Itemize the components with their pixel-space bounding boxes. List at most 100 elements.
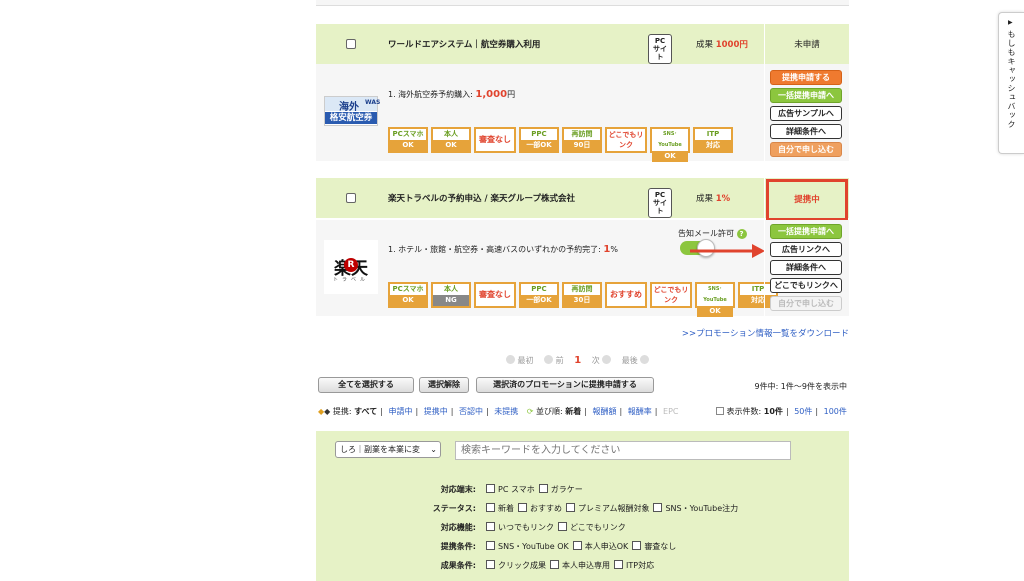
feature-tag: SNS･YouTube OK [650, 127, 690, 162]
filter-checkbox[interactable] [486, 484, 495, 493]
prev-page-link[interactable]: 前 [556, 356, 564, 365]
feature-tag-value: OK [652, 151, 688, 162]
search-filter-label: ステータス: [432, 504, 476, 513]
per-page-100[interactable]: 100件 [824, 407, 847, 416]
feature-tag: 本人 OK [431, 127, 471, 153]
filter-option-label[interactable]: どこでもリンク [570, 523, 626, 532]
sort-reward-rate[interactable]: 報酬率 [628, 407, 652, 416]
bulk-apply-button[interactable]: 一括提携申請へ [770, 224, 842, 239]
filter-option-label[interactable]: いつでもリンク [498, 523, 554, 532]
offer-checkbox[interactable] [346, 39, 356, 49]
cashback-side-tab[interactable]: ▶ もしもキャッシュバック [998, 12, 1024, 154]
filter-option-label[interactable]: 本人申込OK [585, 542, 629, 551]
filter-applying[interactable]: 申請中 [388, 407, 412, 416]
red-arrow-annotation [690, 244, 765, 258]
per-page-selector: 表示件数: 10件 | 50件 | 100件 [716, 406, 847, 417]
sort-reward-amount[interactable]: 報酬額 [593, 407, 617, 416]
filter-option-label[interactable]: 審査なし [644, 542, 676, 551]
offer-row-body: 海外 WAS 格安航空券 1. 海外航空券予約購入: 1,000円 PCスマホ O… [316, 64, 849, 162]
filter-option-label[interactable]: SNS・YouTube OK [498, 542, 569, 551]
first-page-icon[interactable] [506, 355, 515, 364]
filter-rejected[interactable]: 否認中 [459, 407, 483, 416]
next-page-link[interactable]: 次 [592, 356, 600, 365]
filter-option-label[interactable]: 本人申込専用 [562, 561, 610, 570]
feature-tag-label: ITP [706, 130, 720, 138]
filter-option-label[interactable]: ITP対応 [626, 561, 654, 570]
filter-all[interactable]: すべて [354, 407, 377, 416]
triangle-right-icon: ▶ [1008, 19, 1013, 26]
feature-tag-value: OK [390, 295, 426, 306]
filter-option-label[interactable]: ガラケー [551, 485, 583, 494]
feature-tag-value: NG [433, 295, 469, 306]
offer-title[interactable]: 楽天トラベルの予約申込 / 楽天グループ株式会社 [388, 192, 575, 204]
feature-tag-label: PPC [531, 285, 547, 293]
filter-checkbox[interactable] [558, 522, 567, 531]
feature-tag-value: OK [697, 306, 733, 317]
filter-unaffiliated[interactable]: 未提携 [494, 407, 518, 416]
feature-tag: 審査なし [474, 127, 516, 153]
search-filter-row: 対応機能: いつでもリンク どこでもリンク [396, 522, 630, 533]
filter-checkbox[interactable] [614, 560, 623, 569]
filter-checkbox[interactable] [538, 484, 548, 493]
feature-tag-label: SNS･YouTube [703, 286, 727, 303]
sort-new[interactable]: 新着 [565, 407, 581, 416]
select-all-button[interactable]: 全てを選択する [318, 377, 414, 393]
category-select[interactable]: しろ｜副業を本業に変 ⌄ [335, 441, 441, 458]
download-promotions-link[interactable]: >>プロモーション情報一覧をダウンロード [620, 327, 849, 339]
filter-option-label[interactable]: SNS・YouTube注力 [665, 504, 738, 513]
filter-option-label[interactable]: PC スマホ [498, 485, 535, 494]
filter-checkbox[interactable] [572, 541, 582, 550]
first-page-link[interactable]: 最初 [518, 356, 534, 365]
filter-checkbox[interactable] [653, 503, 663, 512]
anywhere-link-button[interactable]: どこでもリンクへ [770, 278, 842, 293]
self-apply-button[interactable]: 自分で申し込む [770, 296, 842, 311]
offer-title[interactable]: ワールドエアシステム｜航空券購入利用 [388, 38, 540, 50]
feature-tag-label: 本人 [444, 285, 458, 293]
bulk-apply-button[interactable]: 一括提携申請へ [770, 88, 842, 103]
last-page-link[interactable]: 最後 [622, 356, 638, 365]
filter-checkbox[interactable] [550, 560, 559, 569]
filter-option-label[interactable]: おすすめ [530, 504, 562, 513]
filter-checkbox[interactable] [566, 503, 575, 512]
filter-option-label[interactable]: クリック成果 [498, 561, 546, 570]
per-page-10[interactable]: 10件 [764, 407, 783, 416]
details-button[interactable]: 詳細条件へ [770, 124, 842, 139]
apply-button[interactable]: 提携申請する [770, 70, 842, 85]
filter-checkbox[interactable] [632, 541, 642, 550]
feature-tag: PCスマホ OK [388, 127, 428, 153]
device-badge: PC サイト [648, 34, 672, 64]
help-icon[interactable]: ? [736, 229, 747, 239]
search-panel: しろ｜副業を本業に変⌄ 対応端末: PC スマホ ガラケーステータス: 新着 おすすめ プ… [316, 431, 849, 581]
offer-logo: 海外 WAS 格安航空券 [324, 96, 380, 126]
device-badge: PC サイト [648, 188, 672, 218]
search-input[interactable] [455, 441, 791, 460]
next-page-icon[interactable] [602, 355, 612, 364]
feature-tag-label: PCスマホ [392, 130, 424, 138]
prev-page-icon[interactable] [544, 355, 554, 364]
details-button[interactable]: 詳細条件へ [770, 260, 842, 275]
offer-condition: 1. ホテル・旅館・航空券・高速バスのいずれかの予約完了: 1% [388, 244, 618, 255]
filter-checkbox[interactable] [518, 503, 527, 512]
deselect-button[interactable]: 選択解除 [419, 377, 469, 393]
last-page-icon[interactable] [640, 355, 650, 364]
feature-tag: どこでもリンク [650, 282, 692, 308]
ad-link-button[interactable]: 広告リンクへ [770, 242, 842, 257]
filter-checkbox[interactable] [486, 541, 495, 550]
offer-checkbox[interactable] [346, 193, 356, 203]
self-apply-button[interactable]: 自分で申し込む [770, 142, 842, 157]
feature-tag-label: PCスマホ [392, 285, 424, 293]
filter-option-label[interactable]: 新着 [498, 504, 514, 513]
sort-icon: ⟳ [526, 407, 534, 416]
per-page-50[interactable]: 50件 [794, 407, 812, 416]
feature-tag-label: SNS･YouTube [658, 131, 682, 148]
filter-checkbox[interactable] [486, 560, 495, 569]
filter-checkbox[interactable] [486, 522, 495, 531]
apply-selected-button[interactable]: 選択済のプロモーションに提携申請する [476, 377, 654, 393]
filter-affiliated[interactable]: 提携中 [424, 407, 448, 416]
filter-checkbox[interactable] [486, 503, 495, 512]
filter-option-label[interactable]: プレミアム報酬対象 [578, 504, 649, 513]
feature-tag-label: 審査なし [479, 135, 511, 144]
ad-sample-button[interactable]: 広告サンプルへ [770, 106, 842, 121]
feature-tag-label: 再訪問 [571, 285, 593, 293]
list-icon [716, 407, 724, 415]
